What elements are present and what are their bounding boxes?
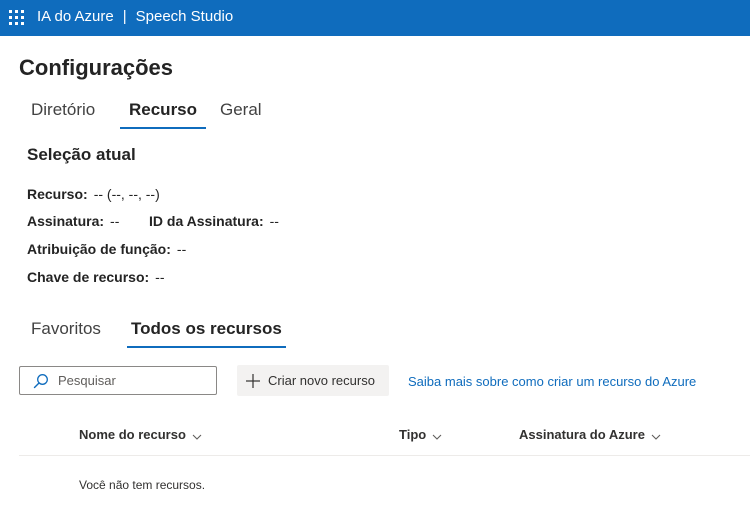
current-selection-title: Seleção atual [27, 145, 136, 164]
resource-info: Recurso: -- (--, --, --) [27, 186, 160, 202]
page-title: Configurações [19, 55, 174, 80]
resource-key-value: -- [155, 269, 165, 285]
tab-recurso[interactable]: Recurso [120, 100, 207, 129]
subscription-id-label: ID da Assinatura: [149, 213, 264, 229]
tab-todos-os-recursos[interactable]: Todos os recursos [127, 319, 286, 348]
role-value: -- [176, 241, 187, 257]
empty-table-message: Você não tem recursos. [79, 478, 206, 492]
chevron-down-icon [651, 430, 661, 440]
product-name[interactable]: IA do Azure [37, 8, 114, 25]
create-resource-button[interactable]: Criar novo recurso [237, 365, 389, 396]
chevron-down-icon [192, 430, 202, 440]
subscription-value: -- [110, 213, 120, 229]
app-launcher-icon[interactable] [9, 10, 25, 26]
column-header-type[interactable]: Tipo [399, 427, 442, 442]
tab-favoritos[interactable]: Favoritos [31, 319, 101, 339]
column-header-label: Nome do recurso [79, 427, 186, 442]
tab-label: Favoritos [31, 319, 101, 338]
column-header-label: Assinatura do Azure [519, 427, 645, 442]
column-header-resource-name[interactable]: Nome do recurso [79, 427, 202, 442]
role-info: Atribuição de função: -- [27, 241, 186, 257]
table-header-divider [19, 455, 750, 456]
active-tab-indicator [120, 127, 207, 129]
resource-key-label: Chave de recurso: [27, 269, 150, 285]
subscription-label: Assinatura: [27, 213, 105, 229]
tab-label: Todos os recursos [131, 319, 282, 338]
tab-label: Recurso [129, 100, 198, 119]
subscription-info: Assinatura: -- [27, 213, 119, 229]
brand-title: IA do Azure | Speech Studio [37, 8, 233, 25]
resource-value: -- (--, --, --) [93, 186, 160, 202]
tab-geral[interactable]: Geral [220, 100, 262, 120]
column-header-label: Tipo [399, 427, 427, 442]
top-bar: IA do Azure | Speech Studio [0, 0, 750, 36]
subscription-id-value: -- [269, 213, 279, 229]
plus-icon [245, 373, 261, 389]
search-icon [33, 373, 49, 389]
search-input[interactable] [56, 372, 210, 389]
tab-diretorio[interactable]: Diretório [31, 100, 95, 120]
column-header-azure-subscription[interactable]: Assinatura do Azure [519, 427, 661, 442]
role-label: Atribuição de função: [27, 241, 171, 257]
create-resource-label: Criar novo recurso [268, 373, 375, 388]
chevron-down-icon [432, 430, 442, 440]
tab-label: Diretório [31, 100, 96, 119]
active-tab-indicator [127, 346, 286, 348]
learn-more-link[interactable]: Saiba mais sobre como criar um recurso d… [408, 374, 696, 389]
search-box[interactable] [19, 366, 217, 395]
app-name[interactable]: Speech Studio [136, 8, 234, 25]
brand-separator: | [122, 8, 127, 25]
resource-key-info: Chave de recurso: -- [27, 269, 165, 285]
tab-label: Geral [220, 100, 262, 119]
resource-label: Recurso: [27, 186, 88, 202]
subscription-id-info: ID da Assinatura: -- [149, 213, 279, 229]
